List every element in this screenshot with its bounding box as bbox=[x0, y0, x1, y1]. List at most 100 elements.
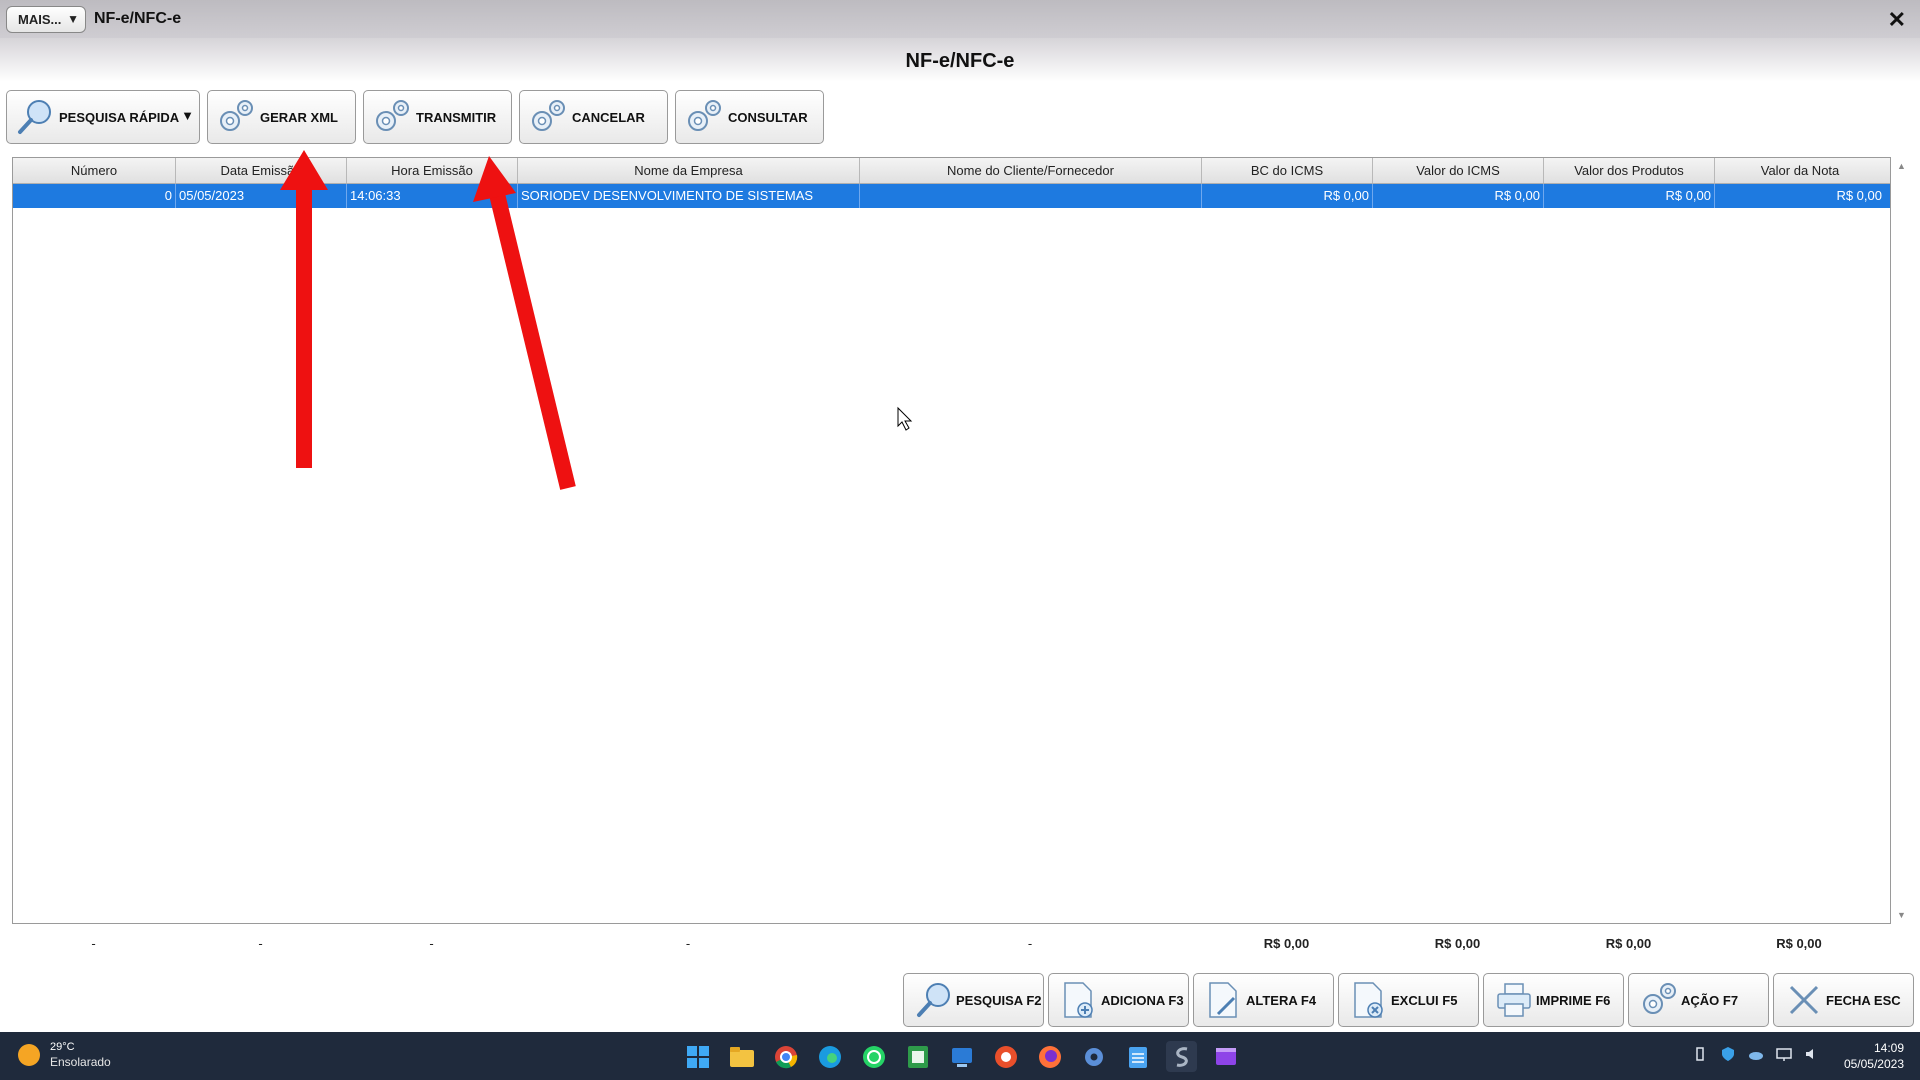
clock[interactable]: 14:09 05/05/2023 bbox=[1844, 1040, 1904, 1072]
shield-icon[interactable] bbox=[1720, 1046, 1736, 1062]
remote-desktop-icon[interactable] bbox=[946, 1041, 977, 1072]
taskbar: 29°C Ensolarado 14:09 05/05/2023 bbox=[0, 1032, 1920, 1080]
cell-valor-nota: R$ 0,00 bbox=[1836, 188, 1882, 203]
edge-icon[interactable] bbox=[814, 1041, 845, 1072]
column-header-valor-produtos[interactable]: Valor dos Produtos bbox=[1544, 158, 1715, 183]
transmitir-button[interactable]: TRANSMITIR bbox=[363, 90, 512, 144]
fecha-esc-label: FECHA ESC bbox=[1826, 992, 1901, 1008]
gear-icon bbox=[220, 100, 253, 131]
page-title: NF-e/NFC-e bbox=[905, 50, 1015, 72]
imprime-f6-label: IMPRIME F6 bbox=[1536, 992, 1611, 1008]
totals-row: - - - - - R$ 0,00 R$ 0,00 R$ 0,00 R$ 0,0… bbox=[0, 936, 1920, 956]
cell-valor-produtos: R$ 0,00 bbox=[1544, 184, 1715, 208]
cell-valor-icms: R$ 0,00 bbox=[1373, 184, 1544, 208]
consultar-label: CONSULTAR bbox=[728, 109, 808, 125]
whatsapp-icon[interactable] bbox=[858, 1041, 889, 1072]
gerar-xml-button[interactable]: GERAR XML bbox=[207, 90, 356, 144]
close-icon bbox=[1789, 985, 1819, 1015]
column-header-nome-cliente[interactable]: Nome do Cliente/Fornecedor bbox=[860, 158, 1202, 183]
search-icon bbox=[18, 100, 51, 134]
cell-nome-cliente bbox=[860, 184, 1202, 208]
scroll-up-icon[interactable]: ▲ bbox=[1897, 161, 1906, 171]
title-bar: MAIS... ▼ NF-e/NFC-e ✕ bbox=[0, 0, 1920, 38]
firefox-icon[interactable] bbox=[1034, 1041, 1065, 1072]
add-document-icon bbox=[1064, 982, 1093, 1018]
chevron-down-icon[interactable]: ▼ bbox=[181, 108, 194, 123]
nfe-grid[interactable]: Número Data Emissão Hora Emissão Nome da… bbox=[12, 157, 1891, 924]
cancelar-label: CANCELAR bbox=[572, 109, 645, 125]
gear-icon bbox=[1643, 983, 1676, 1014]
acao-f7-button[interactable]: AÇÃO F7 bbox=[1628, 973, 1769, 1027]
exclui-f5-label: EXCLUI F5 bbox=[1391, 992, 1458, 1008]
altera-f4-button[interactable]: ALTERA F4 bbox=[1193, 973, 1334, 1027]
column-header-nome-empresa[interactable]: Nome da Empresa bbox=[518, 158, 860, 183]
gear-icon bbox=[376, 100, 409, 131]
app-icon[interactable] bbox=[990, 1041, 1021, 1072]
cell-nome-empresa: SORIODEV DESENVOLVIMENTO DE SISTEMAS bbox=[518, 184, 860, 208]
column-header-bc-icms[interactable]: BC do ICMS bbox=[1202, 158, 1373, 183]
total-hora: - bbox=[429, 936, 434, 951]
weather-widget[interactable]: 29°C Ensolarado bbox=[18, 1040, 111, 1070]
usb-icon[interactable] bbox=[1692, 1046, 1708, 1062]
column-header-valor-icms[interactable]: Valor do ICMS bbox=[1373, 158, 1544, 183]
windows-start-icon[interactable] bbox=[682, 1041, 713, 1072]
pesquisa-rapida-button[interactable]: PESQUISA RÁPIDA ▼ bbox=[6, 90, 200, 144]
weather-desc: Ensolarado bbox=[50, 1055, 111, 1069]
gear-icon bbox=[532, 100, 565, 131]
scroll-down-icon[interactable]: ▼ bbox=[1897, 910, 1906, 920]
spreadsheet-icon[interactable] bbox=[902, 1041, 933, 1072]
column-header-hora-emissao[interactable]: Hora Emissão bbox=[347, 158, 518, 183]
weather-temp: 29°C bbox=[50, 1041, 75, 1053]
cell-hora-emissao: 14:06:33 bbox=[347, 184, 518, 208]
file-explorer-icon[interactable] bbox=[726, 1041, 757, 1072]
imprime-f6-button[interactable]: IMPRIME F6 bbox=[1483, 973, 1624, 1027]
total-empresa: - bbox=[685, 936, 691, 951]
taskbar-apps bbox=[682, 1041, 1241, 1072]
system-tray bbox=[1692, 1046, 1820, 1062]
volume-icon[interactable] bbox=[1804, 1046, 1820, 1062]
consultar-button[interactable]: CONSULTAR bbox=[675, 90, 824, 144]
total-numero: - bbox=[91, 936, 96, 951]
video-editor-icon[interactable] bbox=[1210, 1041, 1241, 1072]
cell-data-emissao: 05/05/2023 bbox=[176, 184, 347, 208]
settings-icon[interactable] bbox=[1078, 1041, 1109, 1072]
cell-numero: 0 bbox=[13, 184, 176, 208]
soriodev-icon[interactable] bbox=[1166, 1041, 1197, 1072]
total-data: - bbox=[258, 936, 263, 951]
total-valor-produtos: R$ 0,00 bbox=[1605, 936, 1652, 951]
chrome-icon[interactable] bbox=[770, 1041, 801, 1072]
printer-icon bbox=[1497, 983, 1531, 1017]
cloud-icon[interactable] bbox=[1748, 1046, 1764, 1062]
acao-f7-label: AÇÃO F7 bbox=[1681, 992, 1739, 1008]
pesquisa-f2-label: PESQUISA F2 bbox=[956, 992, 1042, 1008]
altera-f4-label: ALTERA F4 bbox=[1246, 992, 1317, 1008]
total-valor-nota: R$ 0,00 bbox=[1776, 936, 1822, 951]
mais-dropdown-button[interactable]: MAIS... ▼ bbox=[6, 5, 86, 33]
vertical-scrollbar[interactable]: ▲ ▼ bbox=[1894, 157, 1908, 924]
network-icon[interactable] bbox=[1776, 1046, 1792, 1062]
chevron-down-icon: ▼ bbox=[67, 11, 79, 26]
total-cliente: - bbox=[1027, 936, 1033, 951]
table-row[interactable]: 0 05/05/2023 14:06:33 SORIODEV DESENVOLV… bbox=[13, 184, 1890, 208]
transmitir-label: TRANSMITIR bbox=[416, 109, 497, 125]
clock-time: 14:09 bbox=[1873, 1041, 1904, 1055]
total-bc-icms: R$ 0,00 bbox=[1263, 936, 1310, 951]
pesquisa-rapida-label: PESQUISA RÁPIDA bbox=[59, 109, 180, 125]
column-header-valor-nota[interactable]: Valor da Nota bbox=[1715, 158, 1885, 183]
notepad-icon[interactable] bbox=[1122, 1041, 1153, 1072]
adiciona-f3-label: ADICIONA F3 bbox=[1101, 992, 1184, 1008]
window-title: NF-e/NFC-e bbox=[94, 10, 182, 27]
close-icon[interactable]: ✕ bbox=[1888, 7, 1906, 33]
grid-header: Número Data Emissão Hora Emissão Nome da… bbox=[13, 158, 1890, 184]
search-icon bbox=[917, 983, 950, 1017]
sun-icon bbox=[18, 1044, 40, 1066]
column-header-data-emissao[interactable]: Data Emissão bbox=[176, 158, 347, 183]
pesquisa-f2-button[interactable]: PESQUISA F2 bbox=[903, 973, 1044, 1027]
column-header-numero[interactable]: Número bbox=[13, 158, 176, 183]
fecha-esc-button[interactable]: FECHA ESC bbox=[1773, 973, 1914, 1027]
delete-document-icon bbox=[1354, 982, 1383, 1018]
adiciona-f3-button[interactable]: ADICIONA F3 bbox=[1048, 973, 1189, 1027]
cancelar-button[interactable]: CANCELAR bbox=[519, 90, 668, 144]
mais-label: MAIS... bbox=[18, 11, 62, 27]
exclui-f5-button[interactable]: EXCLUI F5 bbox=[1338, 973, 1479, 1027]
